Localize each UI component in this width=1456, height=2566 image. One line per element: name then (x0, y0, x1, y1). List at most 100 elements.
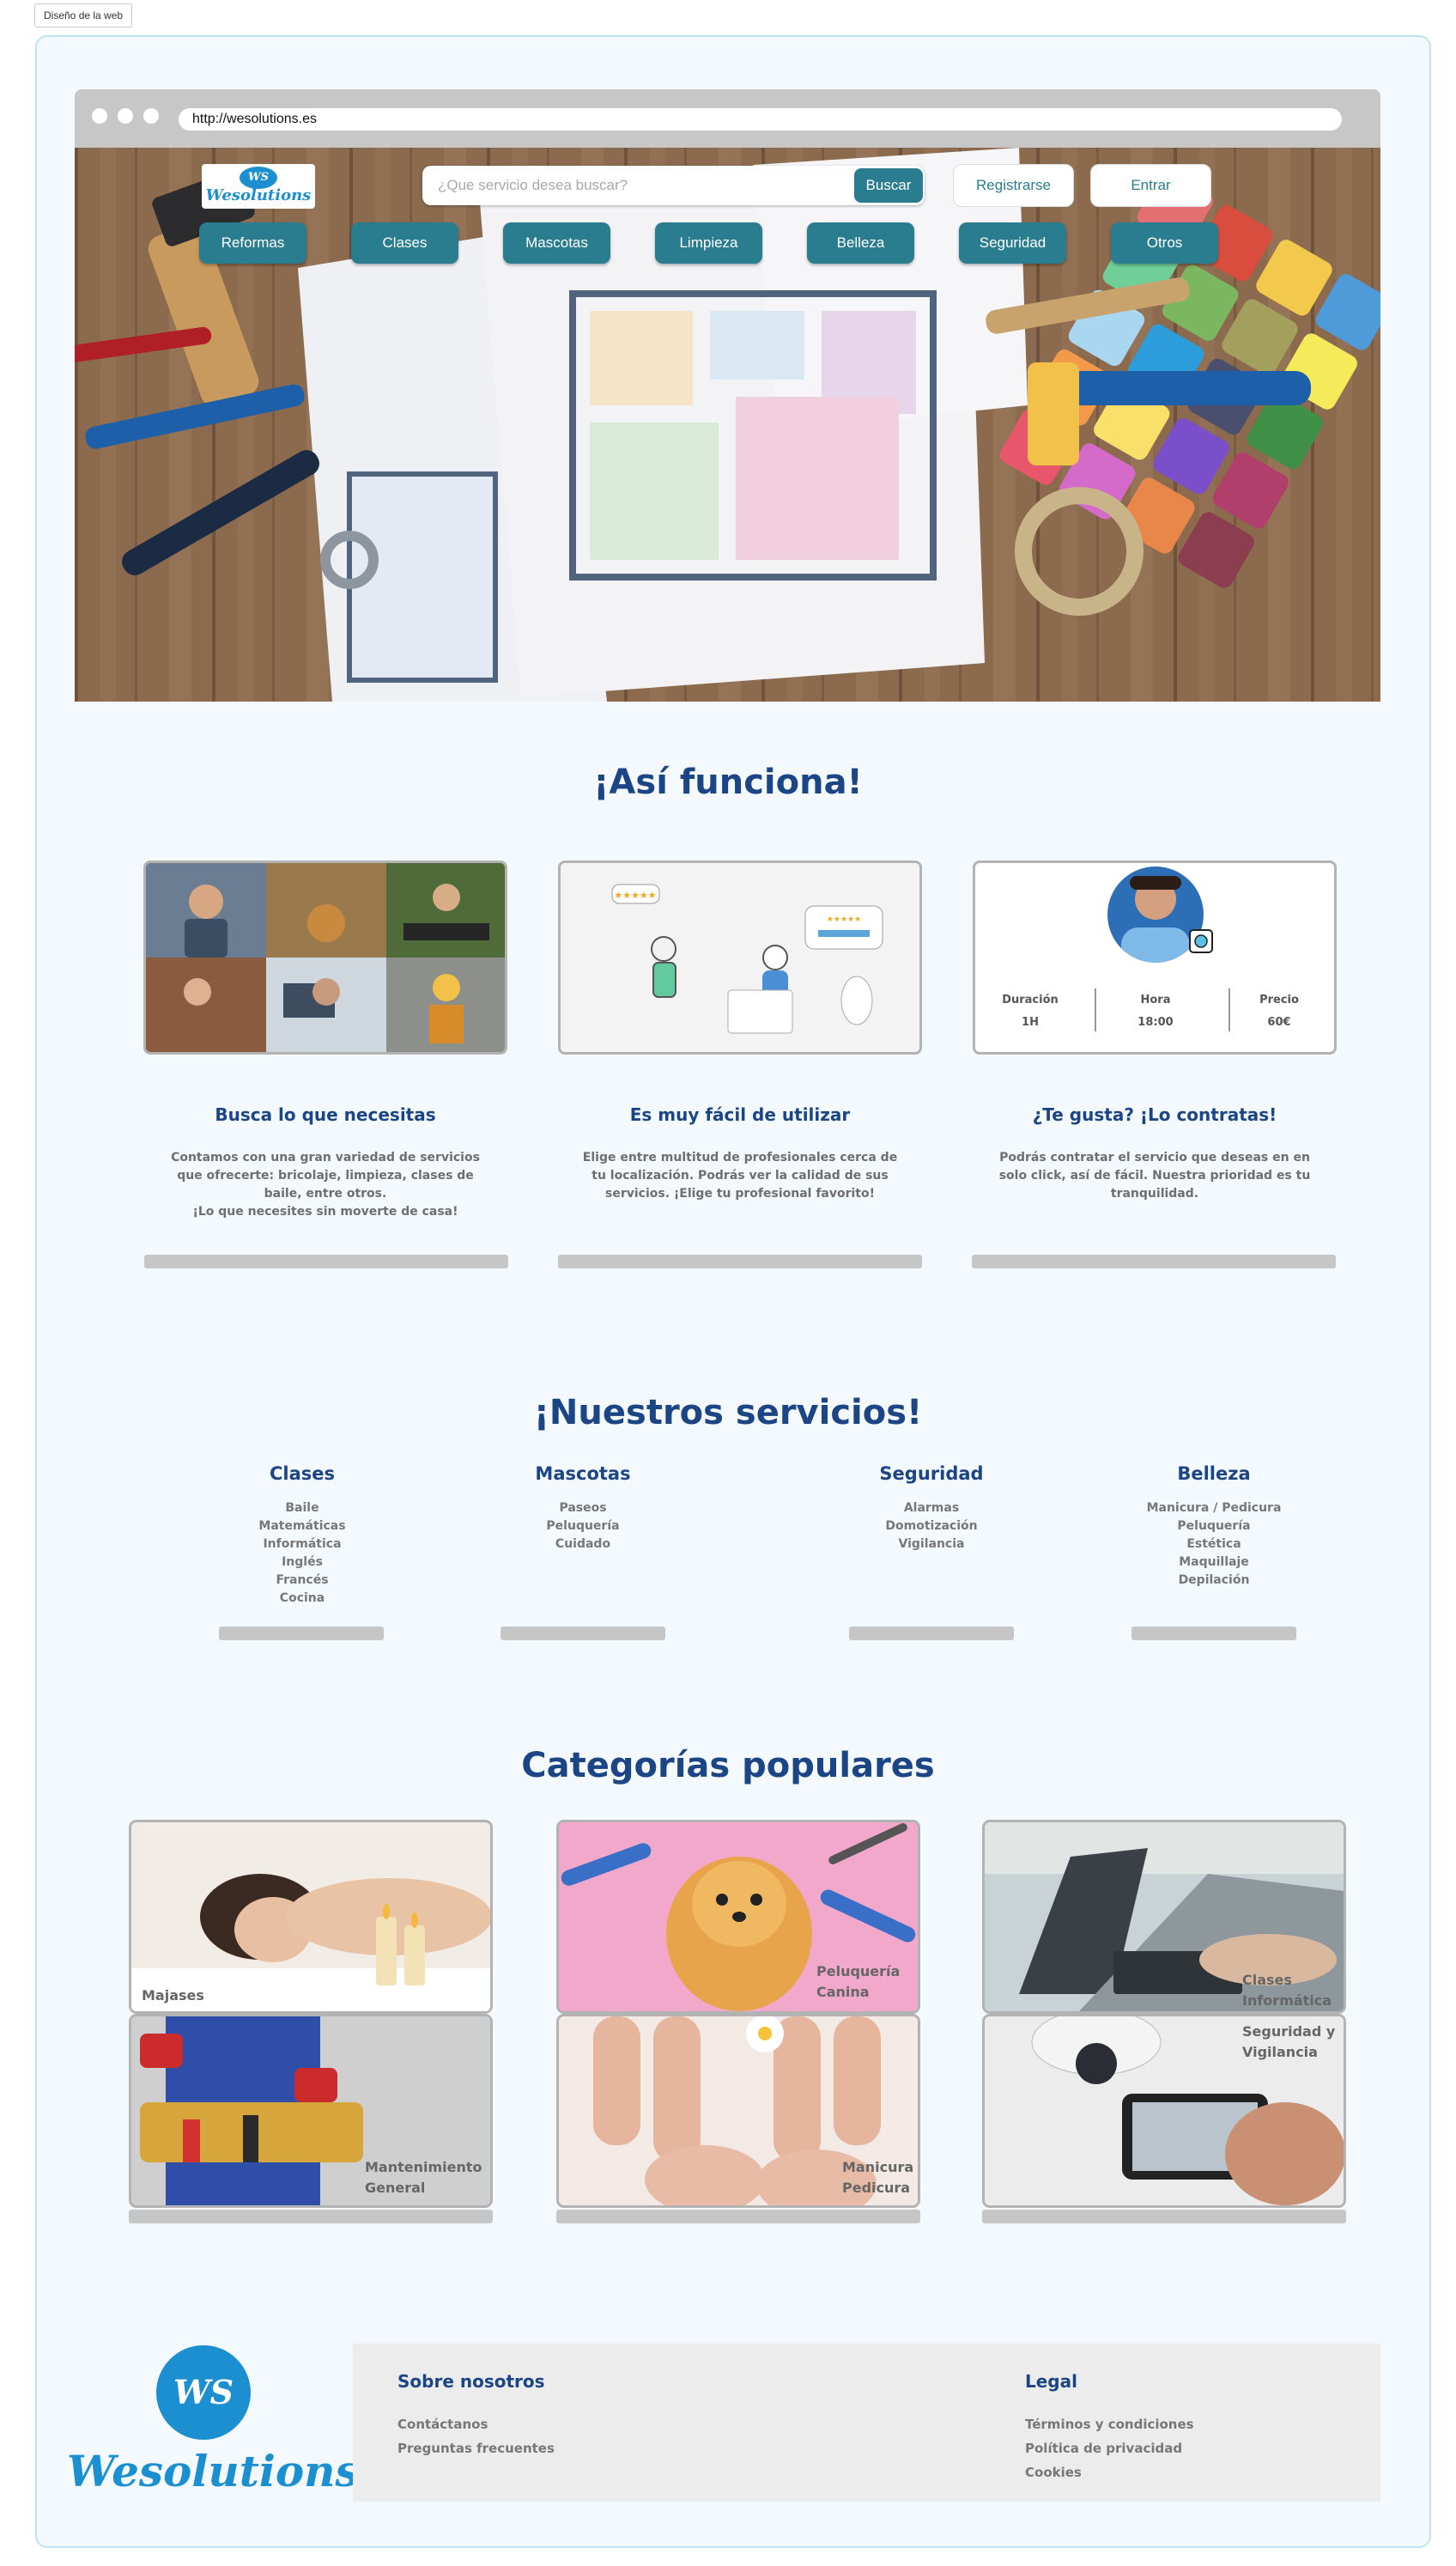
price-label: Precio (1259, 994, 1299, 1006)
footer-link-terms[interactable]: Términos y condiciones (1025, 2412, 1194, 2436)
service-item[interactable]: Manicura / Pedicura (1128, 1499, 1300, 1517)
placeholder-bar (972, 1255, 1336, 1268)
service-item[interactable]: Alarmas (846, 1499, 1017, 1517)
time-value: 18:00 (1138, 1016, 1174, 1029)
service-item[interactable]: Inglés (216, 1554, 388, 1572)
price-value: 60€ (1267, 1016, 1291, 1029)
window-dot (118, 108, 133, 124)
nav-otros[interactable]: Otros (1111, 222, 1218, 264)
service-item[interactable]: Vigilancia (846, 1535, 1017, 1554)
service-item[interactable]: Depilación (1128, 1572, 1300, 1590)
site-logo[interactable]: WS Wesolutions (202, 164, 315, 209)
step-text-easy: Elige entre multitud de profesionales ce… (582, 1151, 898, 1201)
service-item[interactable]: Matemáticas (216, 1517, 388, 1535)
popular-title: Categorías populares (521, 1746, 935, 1785)
browser-bar: http://wesolutions.es (75, 89, 1380, 148)
category-tile-mantenimiento-general[interactable]: Mantenimiento General (129, 2014, 493, 2208)
service-item[interactable]: Domotización (846, 1517, 1017, 1535)
tile-label: Seguridad y Vigilancia (1242, 2023, 1336, 2060)
window-dot (92, 108, 107, 124)
placeholder-bar (556, 2210, 920, 2223)
search-button[interactable]: Buscar (854, 168, 923, 203)
service-column-seguridad: Seguridad Alarmas Domotización Vigilanci… (846, 1463, 1017, 1554)
footer-link-privacy[interactable]: Política de privacidad (1025, 2436, 1194, 2460)
footer-logo-wordmark[interactable]: Wesolutions (67, 2446, 360, 2496)
placeholder-bar (219, 1627, 384, 1640)
service-item[interactable]: Paseos (497, 1499, 669, 1517)
footer-panel: Sobre nosotros Contáctanos Preguntas fre… (353, 2344, 1380, 2502)
service-heading[interactable]: Mascotas (497, 1463, 669, 1484)
footer-legal: Legal Términos y condiciones Política de… (1025, 2371, 1194, 2484)
category-tile-clases-informatica[interactable]: Clases Informática (982, 1820, 1346, 2014)
nav-clases[interactable]: Clases (351, 222, 458, 264)
category-tile-masajes[interactable]: Majases (129, 1820, 493, 2014)
service-item[interactable]: Estética (1128, 1535, 1300, 1554)
frame-label: Diseño de la web (34, 3, 133, 27)
window-dot (143, 108, 159, 124)
service-item[interactable]: Maquillaje (1128, 1554, 1300, 1572)
footer-link-contact[interactable]: Contáctanos (397, 2412, 555, 2436)
nav-reformas[interactable]: Reformas (199, 222, 306, 264)
service-item[interactable]: Cocina (216, 1590, 388, 1608)
footer-logo-monogram[interactable]: WS (156, 2345, 251, 2440)
category-tile-manicura-pedicura[interactable]: Manicura Pedicura (556, 2014, 920, 2208)
service-column-clases: Clases Baile Matemáticas Informática Ing… (216, 1463, 388, 1608)
service-heading[interactable]: Belleza (1128, 1463, 1300, 1484)
services-collage-image (146, 863, 505, 1052)
massage-image (131, 1822, 490, 2011)
booking-card: Duración Hora Precio 1H 18:00 60€ (973, 860, 1337, 1055)
step-title-hire: ¿Te gusta? ¡Lo contratas! (1032, 1104, 1277, 1125)
category-tile-seguridad-vigilancia[interactable]: Seguridad y Vigilancia (982, 2014, 1346, 2208)
service-heading[interactable]: Seguridad (846, 1463, 1017, 1484)
logo-wordmark: Wesolutions (205, 186, 312, 204)
tile-label: Majases (142, 1987, 204, 2004)
service-item[interactable]: Baile (216, 1499, 388, 1517)
login-button[interactable]: Entrar (1090, 164, 1211, 207)
tile-label: Mantenimiento General (365, 2159, 482, 2196)
footer-link-faq[interactable]: Preguntas frecuentes (397, 2436, 555, 2460)
service-item[interactable]: Peluquería (497, 1517, 669, 1535)
time-label: Hora (1140, 994, 1171, 1006)
placeholder-bar (129, 2210, 493, 2223)
footer-about-title: Sobre nosotros (397, 2371, 545, 2392)
search-input[interactable] (438, 166, 833, 205)
footer-about: Sobre nosotros Contáctanos Preguntas fre… (397, 2371, 555, 2460)
duration-value: 1H (1022, 1016, 1039, 1029)
step-text-hire: Podrás contratar el servicio que deseas … (998, 1151, 1311, 1201)
tile-label: Peluquería Canina (816, 1963, 901, 2000)
ratings-illustration: ★★★★★ ★★★★★ (561, 863, 919, 1052)
svg-text:★★★★★: ★★★★★ (827, 915, 861, 924)
category-tile-peluqueria-canina[interactable]: Peluquería Canina (556, 1820, 920, 2014)
placeholder-bar (849, 1627, 1014, 1640)
services-collage-card (143, 860, 507, 1055)
tile-label: Manicura Pedicura (842, 2159, 914, 2196)
duration-label: Duración (1002, 994, 1059, 1006)
footer-legal-title: Legal (1025, 2371, 1077, 2392)
step-title-search: Busca lo que necesitas (215, 1104, 436, 1125)
step-title-easy: Es muy fácil de utilizar (629, 1104, 851, 1125)
how-it-works-title: ¡Así funciona! (593, 763, 863, 802)
service-column-belleza: Belleza Manicura / Pedicura Peluquería E… (1128, 1463, 1300, 1590)
service-item[interactable]: Francés (216, 1572, 388, 1590)
service-column-mascotas: Mascotas Paseos Peluquería Cuidado (497, 1463, 669, 1554)
placeholder-bar (558, 1255, 922, 1268)
nav-belleza[interactable]: Belleza (807, 222, 914, 264)
address-bar[interactable]: http://wesolutions.es (179, 108, 1342, 131)
service-item[interactable]: Informática (216, 1535, 388, 1554)
nav-limpieza[interactable]: Limpieza (655, 222, 762, 264)
tile-label: Clases Informática (1242, 1972, 1332, 2009)
ratings-illustration-card: ★★★★★ ★★★★★ (558, 860, 922, 1055)
footer-link-cookies[interactable]: Cookies (1025, 2460, 1194, 2484)
nav-mascotas[interactable]: Mascotas (503, 222, 610, 264)
register-button[interactable]: Registrarse (953, 164, 1074, 207)
placeholder-bar (144, 1255, 508, 1268)
service-heading[interactable]: Clases (216, 1463, 388, 1484)
search-bar: Buscar (422, 166, 925, 205)
placeholder-bar (500, 1627, 665, 1640)
svg-text:★★★★★: ★★★★★ (614, 890, 656, 901)
step-text-search: Contamos con una gran variedad de servic… (171, 1151, 480, 1219)
service-item[interactable]: Cuidado (497, 1535, 669, 1554)
services-title: ¡Nuestros servicios! (533, 1393, 923, 1432)
service-item[interactable]: Peluquería (1128, 1517, 1300, 1535)
nav-seguridad[interactable]: Seguridad (959, 222, 1066, 264)
